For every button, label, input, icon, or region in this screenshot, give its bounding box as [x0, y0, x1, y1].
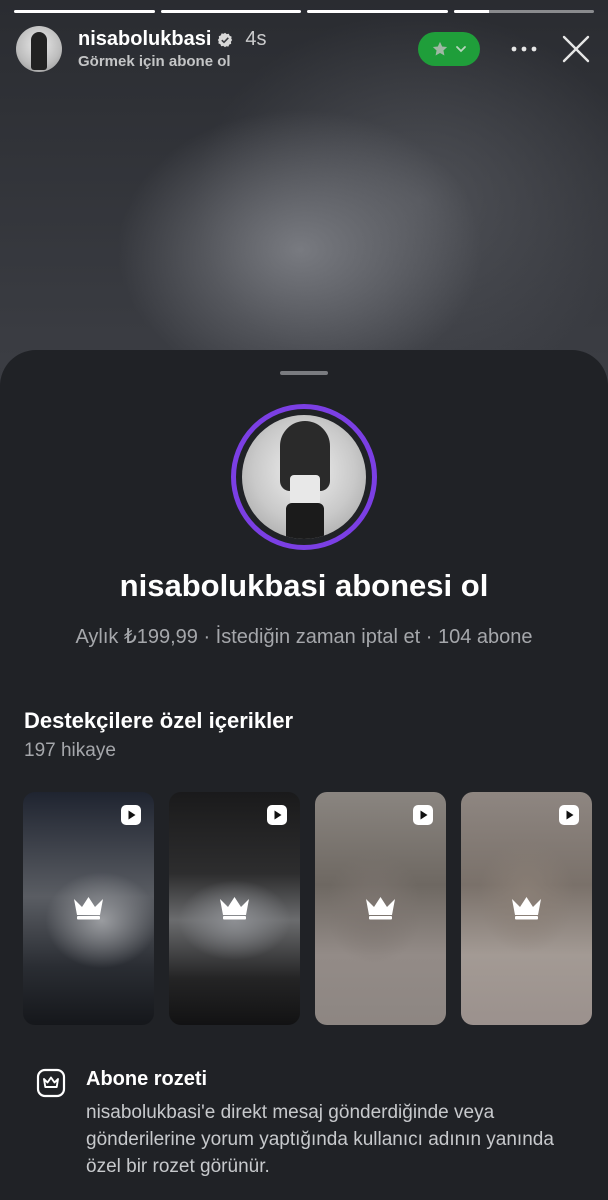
progress-segment	[307, 10, 448, 13]
story-header: nisabolukbasi 4s Görmek için abone ol	[16, 24, 592, 74]
close-icon	[562, 35, 590, 63]
close-button[interactable]	[560, 33, 592, 65]
subscribe-hint[interactable]: Görmek için abone ol	[78, 53, 267, 70]
star-icon	[432, 41, 448, 56]
badge-description: nisabolukbasi'e direkt mesaj gönderdiğin…	[86, 1102, 554, 1177]
exclusive-story-thumbnail[interactable]	[169, 792, 300, 1025]
username[interactable]: nisabolukbasi	[78, 28, 211, 51]
subscriber-pill-button[interactable]	[418, 32, 480, 66]
crown-icon	[512, 897, 541, 920]
more-options-button[interactable]	[510, 35, 538, 63]
exclusive-thumbnails	[23, 792, 592, 1025]
badge-title: Abone rozeti	[86, 1068, 208, 1090]
more-dots-icon	[511, 46, 537, 52]
subscriber-badge-icon	[36, 1068, 66, 1098]
profile-picture	[231, 404, 377, 550]
chevron-down-icon	[456, 46, 466, 53]
progress-segment	[453, 10, 594, 13]
sheet-title: nisabolukbasi abonesi ol	[119, 568, 489, 603]
subscriber-badge-info: Abone rozeti nisabolukbasi'e direkt mesa…	[36, 1068, 584, 1180]
play-icon	[559, 805, 579, 825]
exclusive-story-thumbnail[interactable]	[461, 792, 592, 1025]
story-user-info[interactable]: nisabolukbasi 4s Görmek için abone ol	[78, 28, 267, 70]
sheet-grabber[interactable]	[280, 371, 328, 375]
crown-icon	[220, 897, 249, 920]
crown-icon	[74, 897, 103, 920]
crown-icon	[366, 897, 395, 920]
progress-segment	[14, 10, 155, 13]
verified-badge-icon	[218, 32, 233, 47]
story-progress-bar	[14, 10, 594, 13]
subscription-sheet: nisabolukbasi abonesi ol Aylık ₺199,99 ·…	[0, 350, 608, 1200]
avatar[interactable]	[16, 26, 62, 72]
progress-segment	[160, 10, 301, 13]
exclusive-story-thumbnail[interactable]	[23, 792, 154, 1025]
play-icon	[267, 805, 287, 825]
story-time: 4s	[245, 28, 267, 50]
exclusive-content-title: Destekçilere özel içerikler	[24, 708, 294, 733]
exclusive-story-thumbnail[interactable]	[315, 792, 446, 1025]
story-count: 197 hikaye	[24, 740, 116, 761]
play-icon	[413, 805, 433, 825]
play-icon	[121, 805, 141, 825]
subscription-meta: Aylık ₺199,99 · İstediğin zaman iptal et…	[75, 626, 533, 648]
